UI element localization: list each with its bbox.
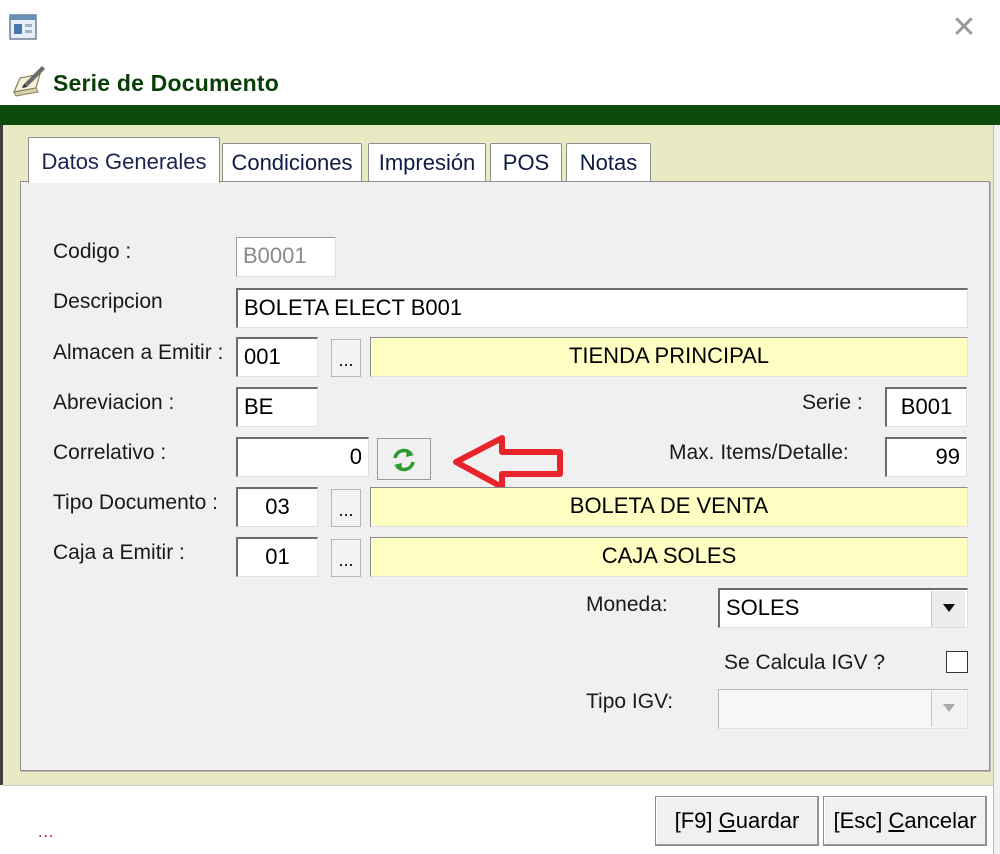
tipo-documento-code-field[interactable]: 03 [236,487,318,527]
header-accent-bar [0,105,1000,125]
moneda-value: SOLES [726,595,800,620]
max-items-field[interactable]: 99 [885,437,967,477]
calcula-igv-label: Se Calcula IGV ? [724,651,886,674]
guardar-button[interactable]: [F9] Guardar [655,796,819,846]
app-window-icon [9,14,37,40]
descripcion-field[interactable]: BOLETA ELECT B001 [236,288,968,328]
descripcion-label: Descripcion [53,290,163,313]
correlativo-field[interactable]: 0 [236,437,369,477]
refresh-arrows-icon [393,448,415,472]
abreviacion-field[interactable]: BE [236,387,318,427]
chevron-down-icon [942,604,955,612]
serie-field[interactable]: B001 [885,387,967,427]
title-bar [0,0,1000,56]
almacen-name-field: TIENDA PRINCIPAL [370,337,968,377]
tab-datos-generales[interactable]: Datos Generales [28,137,220,183]
cancelar-mnemonic: C [888,808,905,833]
tipo-documento-label: Tipo Documento : [53,491,218,514]
codigo-field: B0001 [236,237,336,277]
codigo-label: Codigo : [53,240,132,263]
correlativo-label: Correlativo : [53,441,167,464]
caja-label: Caja a Emitir : [53,541,185,564]
guardar-mnemonic: G [718,808,736,833]
red-arrow-left-annotation [453,435,563,490]
cancelar-label: ancelar [904,808,977,833]
caja-code-field[interactable]: 01 [236,537,318,577]
window-right-edge [993,125,1000,854]
tab-condiciones[interactable]: Condiciones [222,143,362,181]
refresh-correlativo-button[interactable] [377,438,431,480]
serie-label: Serie : [802,391,863,414]
almacen-label: Almacen a Emitir : [53,341,224,364]
tipo-documento-name-field: BOLETA DE VENTA [370,487,968,527]
tipo-igv-dropdown-button[interactable] [931,691,965,727]
tipo-documento-lookup-button[interactable]: ... [331,489,361,527]
guardar-label: uardar [735,808,800,833]
max-items-label: Max. Items/Detalle: [669,441,849,464]
status-indicator: ... [38,824,55,841]
caja-lookup-button[interactable]: ... [331,539,361,577]
cancelar-shortcut: [Esc] [833,808,889,833]
close-window-button[interactable]: ✕ [944,10,984,46]
guardar-shortcut: [F9] [674,808,719,833]
moneda-label: Moneda: [586,593,668,616]
calcula-igv-checkbox[interactable] [946,651,968,673]
caja-name-field: CAJA SOLES [370,537,968,577]
abreviacion-label: Abreviacion : [53,391,175,414]
almacen-code-field[interactable]: 001 [236,337,318,377]
moneda-dropdown-button[interactable] [931,591,965,627]
window-title: Serie de Documento [53,70,279,96]
chevron-down-icon [942,704,955,712]
document-edit-icon [13,66,45,97]
cancelar-button[interactable]: [Esc] Cancelar [823,796,987,846]
tab-impresion[interactable]: Impresión [368,143,486,181]
tipo-igv-label: Tipo IGV: [586,690,674,713]
tab-pos[interactable]: POS [490,143,562,181]
almacen-lookup-button[interactable]: ... [331,339,361,377]
tab-notas[interactable]: Notas [566,143,651,181]
